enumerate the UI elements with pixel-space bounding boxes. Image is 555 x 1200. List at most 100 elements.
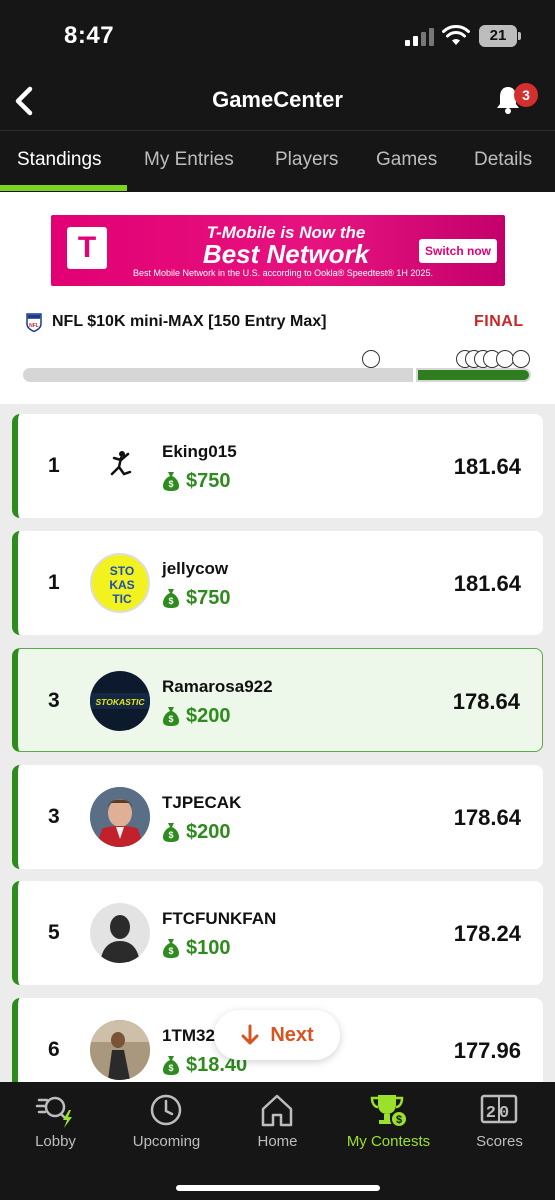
svg-text:$: $: [168, 714, 173, 724]
scoreboard-icon-text: 20: [486, 1104, 512, 1123]
rank: 6: [48, 1038, 60, 1061]
app-header: GameCenter: [0, 74, 555, 130]
jumpman-icon: [90, 436, 150, 496]
fantasy-score: 178.64: [453, 805, 521, 830]
svg-text:$: $: [168, 1063, 173, 1073]
arrow-down-icon: [241, 1024, 259, 1045]
standings-row[interactable]: 1 Eking015 $ $750 181.64: [12, 414, 543, 518]
prize-winnings: $ $200: [162, 702, 231, 730]
home-indicator[interactable]: [176, 1185, 380, 1191]
ad-disclaimer: Best Mobile Network in the U.S. accordin…: [133, 268, 433, 278]
photo-avatar: [90, 1020, 150, 1080]
contest-name: NFL $10K mini-MAX [150 Entry Max]: [52, 313, 327, 330]
prize-amount: $200: [186, 820, 231, 843]
tab-games[interactable]: Games: [376, 149, 437, 171]
prize-winnings: $ $750: [162, 467, 231, 495]
contest-progress-track: [23, 368, 413, 382]
username: FTCFUNKFAN: [162, 909, 277, 928]
standings-row-my-entry[interactable]: 3 STOKASTIC Ramarosa922 $ $200 178.64: [12, 648, 543, 752]
fantasy-score: 178.64: [452, 689, 520, 714]
tab-standings[interactable]: Standings: [17, 149, 102, 171]
page-title: GameCenter: [212, 87, 343, 112]
contest-progress-final: [416, 368, 531, 382]
svg-text:$: $: [168, 830, 173, 840]
battery-indicator: 21: [479, 25, 521, 47]
rank: 5: [48, 921, 60, 944]
username: Eking015: [162, 442, 237, 461]
person-silhouette-icon: [100, 915, 140, 963]
username: TJPECAK: [162, 793, 242, 812]
clock-icon: [150, 1094, 182, 1126]
ad-switch-now-button[interactable]: Switch now: [419, 239, 497, 263]
rank: 1: [48, 571, 60, 594]
avatar-text: STOKASTIC: [96, 697, 146, 707]
nav-home[interactable]: Home: [222, 1082, 333, 1162]
bottom-nav: Lobby Upcoming Home $ My Contests 20 Sco…: [0, 1082, 555, 1200]
nav-scores[interactable]: 20 Scores: [444, 1082, 555, 1162]
nav-lobby[interactable]: Lobby: [0, 1082, 111, 1162]
nav-label: My Contests: [346, 1133, 431, 1150]
tab-details[interactable]: Details: [474, 149, 532, 171]
nav-my-contests[interactable]: $ My Contests: [333, 1082, 444, 1162]
nav-label: Scores: [476, 1133, 523, 1150]
money-bag-icon: $: [163, 823, 179, 842]
money-bag-icon: $: [163, 1056, 179, 1075]
tab-my-entries[interactable]: My Entries: [144, 149, 234, 171]
prize-amount: $200: [186, 704, 231, 727]
active-tab-indicator: [0, 185, 127, 191]
username: 1TM32: [162, 1026, 215, 1045]
tmobile-logo: T: [67, 227, 107, 269]
svg-text:$: $: [168, 479, 173, 489]
prize-winnings: $ $100: [162, 934, 231, 962]
fantasy-score: 177.96: [453, 1038, 521, 1063]
lobby-icon: [35, 1096, 72, 1128]
rank: 1: [48, 454, 60, 477]
tab-bar: Standings My Entries Players Games Detai…: [0, 130, 555, 192]
progress-marker: [362, 350, 380, 368]
nav-upcoming[interactable]: Upcoming: [111, 1082, 222, 1162]
prize-amount: $100: [186, 936, 231, 959]
tab-players[interactable]: Players: [275, 149, 338, 171]
trophy-icon: $: [370, 1095, 408, 1128]
default-silhouette-avatar: [90, 903, 150, 963]
nav-label: Home: [257, 1133, 298, 1150]
username: jellycow: [162, 559, 229, 578]
cellular-signal-icon: [405, 28, 434, 46]
rank: 3: [48, 689, 60, 712]
status-bar: 8:47 21: [0, 0, 555, 74]
money-bag-icon: $: [163, 472, 179, 491]
money-bag-icon: $: [163, 707, 179, 726]
next-button-label: Next: [270, 1023, 314, 1046]
fantasy-score: 178.24: [453, 921, 521, 946]
wifi-icon: [442, 25, 470, 45]
jordan-logo-avatar: [90, 436, 150, 496]
prize-winnings: $ $200: [162, 818, 231, 846]
svg-text:$: $: [168, 596, 173, 606]
standings-row[interactable]: 5 FTCFUNKFAN $ $100 178.24: [12, 881, 543, 985]
prize-amount: $750: [186, 586, 231, 609]
fantasy-score: 181.64: [453, 571, 521, 596]
progress-marker: [512, 350, 530, 368]
avatar-text-line: TIC: [112, 592, 132, 606]
rank: 3: [48, 805, 60, 828]
stokastic-logo: STO KAS TIC: [109, 564, 134, 606]
person-photo: [90, 787, 150, 847]
username: Ramarosa922: [162, 677, 273, 696]
status-time: 8:47: [64, 22, 115, 49]
contest-status: FINAL: [474, 313, 524, 330]
stokastic-logo: STOKASTIC: [90, 693, 150, 709]
nav-label: Lobby: [35, 1133, 76, 1150]
tmobile-ad-banner[interactable]: T T-Mobile is Now the Best Network Best …: [51, 215, 505, 286]
standings-row[interactable]: 1 STO KAS TIC jellycow $ $750 181.64: [12, 531, 543, 635]
stokastic-yellow-avatar: STO KAS TIC: [90, 553, 150, 613]
svg-text:$: $: [168, 946, 173, 956]
contest-header-card: T T-Mobile is Now the Best Network Best …: [0, 192, 555, 404]
money-bag-icon: $: [163, 939, 179, 958]
next-button[interactable]: Next: [214, 1010, 340, 1060]
prize-winnings: $ $750: [162, 584, 231, 612]
standings-row[interactable]: 3 TJPECAK $ $200 178.64: [12, 765, 543, 869]
nfl-shield-icon: NFL: [26, 313, 42, 332]
person-photo: [90, 1020, 150, 1080]
avatar-text-line: KAS: [109, 578, 134, 592]
stokastic-dark-avatar: STOKASTIC: [90, 671, 150, 731]
